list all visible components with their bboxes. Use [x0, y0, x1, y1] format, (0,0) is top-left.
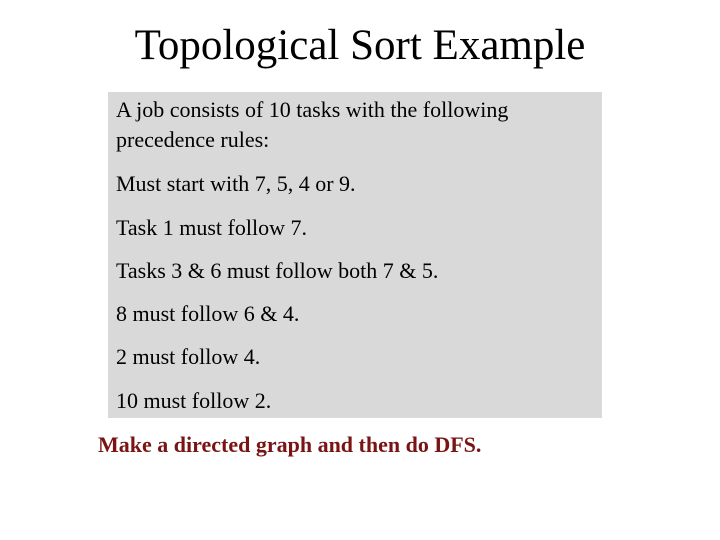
- rule-item: 2 must follow 4.: [116, 344, 261, 369]
- instruction-footer: Make a directed graph and then do DFS.: [98, 432, 482, 457]
- slide-title: Topological Sort Example: [134, 22, 586, 69]
- precedence-rules-box: A job consists of 10 tasks with the foll…: [108, 92, 602, 418]
- rule-item: Must start with 7, 5, 4 or 9.: [116, 171, 356, 196]
- rule-item: Tasks 3 & 6 must follow both 7 & 5.: [116, 258, 439, 283]
- intro-line-2: precedence rules:: [116, 127, 270, 152]
- rule-item: 8 must follow 6 & 4.: [116, 301, 300, 326]
- rule-item: 10 must follow 2.: [116, 388, 272, 413]
- rule-item: Task 1 must follow 7.: [116, 215, 307, 240]
- intro-line-1: A job consists of 10 tasks with the foll…: [116, 97, 509, 122]
